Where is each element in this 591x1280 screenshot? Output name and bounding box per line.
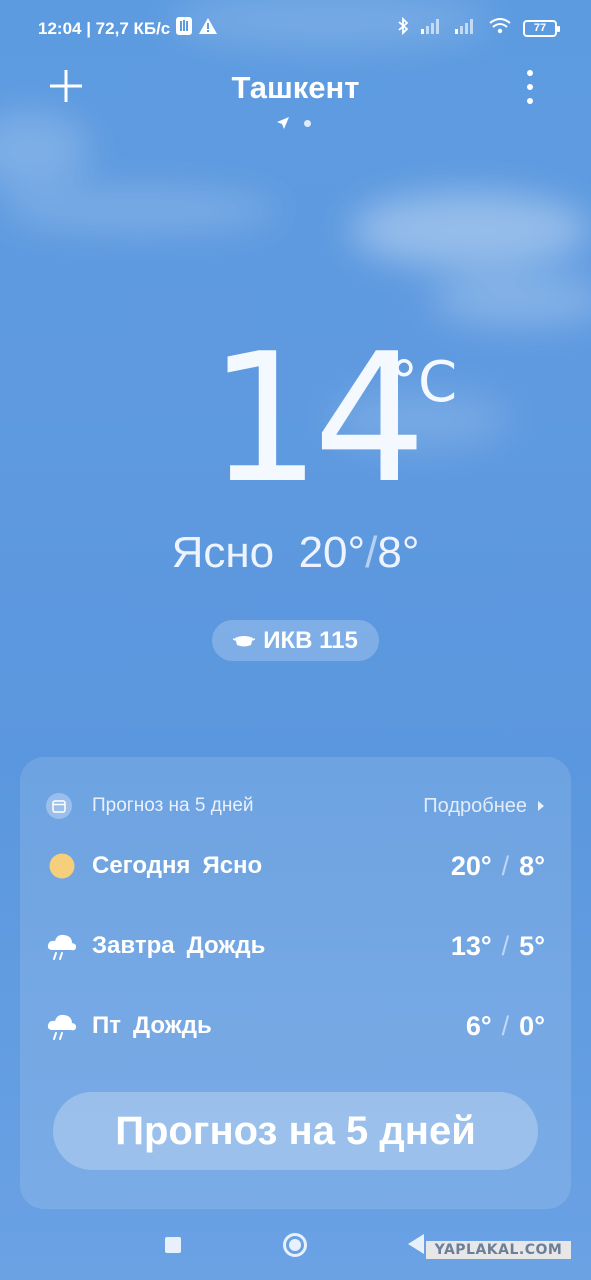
dot — [527, 84, 533, 90]
current-condition: Ясно — [171, 528, 275, 577]
forecast-condition: Дождь — [186, 932, 266, 959]
current-high: 20° — [298, 528, 366, 577]
rain-icon — [46, 930, 78, 962]
forecast-row-today[interactable]: Сегодня Ясно 20° / 8° — [46, 846, 545, 886]
forecast-row-tomorrow[interactable]: Завтра Дождь 13° / 5° — [46, 926, 545, 966]
city-title: Ташкент — [231, 70, 360, 105]
status-bar: 12:04 | 72,7 КБ/с 77 — [0, 0, 591, 56]
forecast-day: Завтра — [92, 932, 175, 959]
details-label: Подробнее — [423, 794, 527, 817]
back-button[interactable] — [408, 1234, 424, 1254]
dot — [527, 98, 533, 104]
current-low: 8° — [377, 528, 420, 577]
aqi-label: ИКВ 115 — [263, 626, 358, 654]
forecast-low: 0° — [519, 1010, 545, 1041]
calendar-icon — [46, 793, 72, 819]
signal-icon-2 — [455, 18, 477, 39]
home-button[interactable] — [283, 1233, 307, 1257]
chevron-right-icon — [538, 801, 544, 811]
dot — [527, 70, 533, 76]
notification-icon — [176, 17, 193, 40]
forecast-row-friday[interactable]: Пт Дождь 6° / 0° — [46, 1006, 545, 1046]
forecast-day: Пт — [92, 1012, 122, 1039]
recents-button[interactable] — [165, 1237, 181, 1253]
sun-icon — [46, 850, 78, 882]
condition-line: Ясно 20°/8° — [171, 528, 420, 577]
five-day-forecast-button[interactable]: Прогноз на 5 дней — [53, 1092, 538, 1170]
navigation-bar: YAPLAKAL.COM — [0, 1220, 591, 1280]
status-time-speed: 12:04 | 72,7 КБ/с — [38, 18, 171, 38]
forecast-high: 6° — [465, 1010, 492, 1041]
forecast-low: 5° — [519, 930, 545, 961]
forecast-card: Прогноз на 5 дней Подробнее Сегодня Ясно… — [20, 757, 571, 1209]
forecast-title: Прогноз на 5 дней — [92, 795, 254, 816]
temperature-unit: °C — [390, 350, 458, 415]
current-temperature: 14 — [208, 315, 426, 522]
more-options-button[interactable] — [522, 70, 538, 104]
signal-icon — [421, 18, 443, 39]
location-pager — [276, 116, 311, 130]
warning-icon — [198, 17, 218, 40]
forecast-low: 8° — [519, 850, 545, 881]
watermark: YAPLAKAL.COM — [426, 1241, 571, 1259]
forecast-condition: Дождь — [133, 1012, 212, 1039]
details-link[interactable]: Подробнее — [423, 795, 545, 818]
mask-icon — [233, 635, 256, 646]
pager-dot — [304, 119, 311, 127]
bluetooth-icon — [397, 16, 409, 40]
forecast-day: Сегодня — [92, 852, 191, 879]
location-arrow-icon — [277, 117, 289, 129]
forecast-high: 13° — [450, 930, 492, 961]
rain-icon — [46, 1010, 78, 1042]
forecast-condition: Ясно — [202, 852, 263, 879]
aqi-badge[interactable]: ИКВ 115 — [212, 620, 379, 661]
wifi-icon — [489, 18, 511, 39]
battery-icon: 77 — [523, 20, 560, 37]
forecast-high: 20° — [450, 850, 492, 881]
forecast-header: Прогноз на 5 дней Подробнее — [46, 791, 545, 821]
